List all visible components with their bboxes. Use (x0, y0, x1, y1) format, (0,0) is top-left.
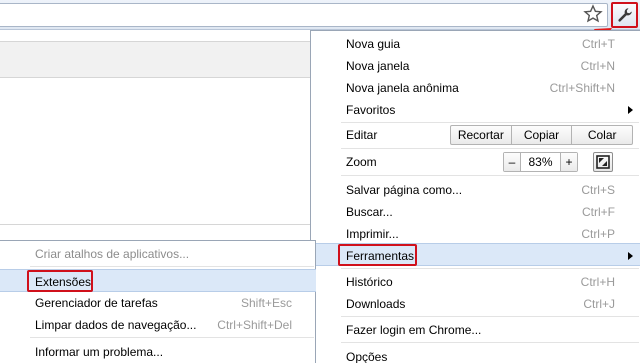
menu-separator (341, 148, 639, 149)
edit-button-group: Recortar Copiar Colar (450, 125, 633, 145)
submenu-item-criar-atalhos[interactable]: Criar atalhos de aplicativos... (0, 242, 316, 265)
menu-item-shortcut: Ctrl+T (582, 37, 615, 51)
menu-item-salvar[interactable]: Salvar página como... Ctrl+S (311, 178, 640, 201)
menu-item-shortcut: Ctrl+P (581, 227, 615, 241)
menu-item-label: Nova guia (346, 37, 401, 51)
menu-item-label: Imprimir... (346, 227, 399, 241)
page-divider (0, 224, 310, 225)
menu-item-zoom: Zoom – 83% + (311, 150, 640, 173)
browser-toolbar (0, 0, 640, 30)
menu-item-login[interactable]: Fazer login em Chrome... (311, 318, 640, 341)
zoom-out-button[interactable]: – (504, 153, 520, 171)
menu-item-nova-janela-anonima[interactable]: Nova janela anônima Ctrl+Shift+N (311, 76, 640, 99)
menu-item-historico[interactable]: Histórico Ctrl+H (311, 270, 640, 293)
submenu-item-label: Criar atalhos de aplicativos... (35, 247, 190, 261)
menu-separator (341, 316, 639, 317)
menu-item-label: Opções (346, 350, 388, 363)
submenu-item-extensoes[interactable]: Extensões (0, 269, 316, 292)
menu-item-nova-janela[interactable]: Nova janela Ctrl+N (311, 54, 640, 77)
submenu-item-label: Extensões (35, 275, 92, 289)
menu-item-shortcut: Ctrl+H (580, 275, 615, 289)
menu-item-label: Nova janela anônima (346, 81, 459, 95)
menu-item-label: Histórico (346, 275, 393, 289)
colar-button[interactable]: Colar (572, 126, 632, 144)
page-content (0, 30, 310, 42)
menu-item-label: Ferramentas (346, 249, 415, 263)
copiar-button[interactable]: Copiar (512, 126, 573, 144)
page-header-bar (0, 42, 310, 78)
fullscreen-button[interactable] (593, 152, 613, 172)
menu-item-imprimir[interactable]: Imprimir... Ctrl+P (311, 222, 640, 245)
menu-item-shortcut: Ctrl+S (581, 183, 615, 197)
menu-item-ferramentas[interactable]: Ferramentas (311, 243, 640, 266)
submenu-item-informar[interactable]: Informar um problema... (0, 340, 316, 363)
menu-item-shortcut: Ctrl+N (580, 59, 615, 73)
ferramentas-submenu: Criar atalhos de aplicativos... Extensõe… (0, 240, 316, 363)
zoom-in-button[interactable]: + (561, 153, 577, 171)
submenu-item-shortcut: Ctrl+Shift+Del (217, 318, 292, 332)
menu-separator (341, 268, 639, 269)
submenu-arrow-icon (628, 252, 633, 260)
menu-item-editar: Editar Recortar Copiar Colar (311, 123, 640, 146)
submenu-item-gerenciador[interactable]: Gerenciador de tarefas Shift+Esc (0, 291, 316, 314)
submenu-item-limpar[interactable]: Limpar dados de navegação... Ctrl+Shift+… (0, 313, 316, 336)
menu-item-shortcut: Ctrl+Shift+N (549, 81, 615, 95)
zoom-control: – 83% + (503, 152, 578, 172)
menu-separator (30, 266, 314, 267)
menu-item-label: Nova janela (346, 59, 410, 73)
zoom-level: 83% (520, 153, 561, 171)
submenu-item-shortcut: Shift+Esc (240, 296, 292, 310)
address-bar[interactable] (0, 3, 608, 27)
menu-item-label: Buscar... (346, 205, 393, 219)
submenu-item-label: Gerenciador de tarefas (35, 296, 158, 310)
menu-item-opcoes[interactable]: Opções (311, 345, 640, 363)
menu-item-label: Downloads (346, 297, 406, 311)
star-icon[interactable] (583, 4, 603, 24)
menu-item-shortcut: Ctrl+F (582, 205, 615, 219)
menu-separator (341, 175, 639, 176)
recortar-button[interactable]: Recortar (451, 126, 512, 144)
menu-item-nova-guia[interactable]: Nova guia Ctrl+T (311, 32, 640, 55)
menu-item-favoritos[interactable]: Favoritos (311, 98, 640, 121)
submenu-item-label: Informar um problema... (35, 345, 164, 359)
menu-separator (341, 342, 639, 343)
menu-item-label: Salvar página como... (346, 183, 463, 197)
menu-item-label: Fazer login em Chrome... (346, 323, 482, 337)
menu-item-buscar[interactable]: Buscar... Ctrl+F (311, 200, 640, 223)
menu-item-shortcut: Ctrl+J (583, 297, 615, 311)
submenu-arrow-icon (628, 106, 633, 114)
menu-item-label: Zoom (346, 155, 377, 169)
menu-separator (30, 337, 314, 338)
wrench-dropdown-menu: Nova guia Ctrl+T Nova janela Ctrl+N Nova… (310, 30, 640, 363)
menu-item-label: Editar (346, 128, 378, 142)
menu-item-label: Favoritos (346, 103, 396, 117)
menu-item-downloads[interactable]: Downloads Ctrl+J (311, 292, 640, 315)
submenu-item-label: Limpar dados de navegação... (35, 318, 197, 332)
